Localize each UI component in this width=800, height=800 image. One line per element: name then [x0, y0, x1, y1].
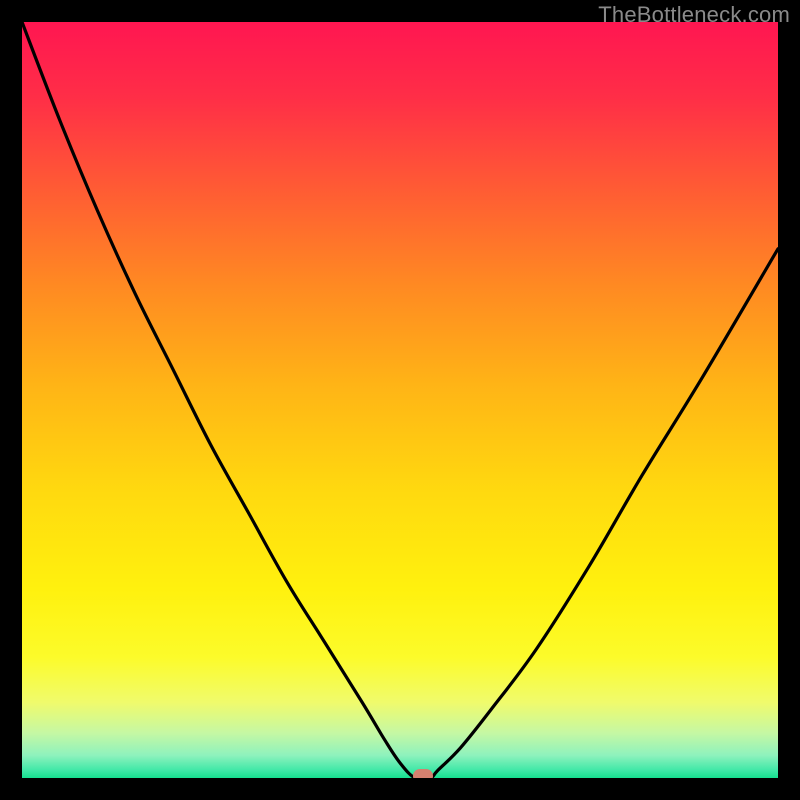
attribution-text: TheBottleneck.com: [598, 2, 790, 28]
optimum-marker: [413, 769, 433, 778]
bottleneck-curve: [22, 22, 778, 778]
plot-area: [22, 22, 778, 778]
chart-container: TheBottleneck.com: [0, 0, 800, 800]
